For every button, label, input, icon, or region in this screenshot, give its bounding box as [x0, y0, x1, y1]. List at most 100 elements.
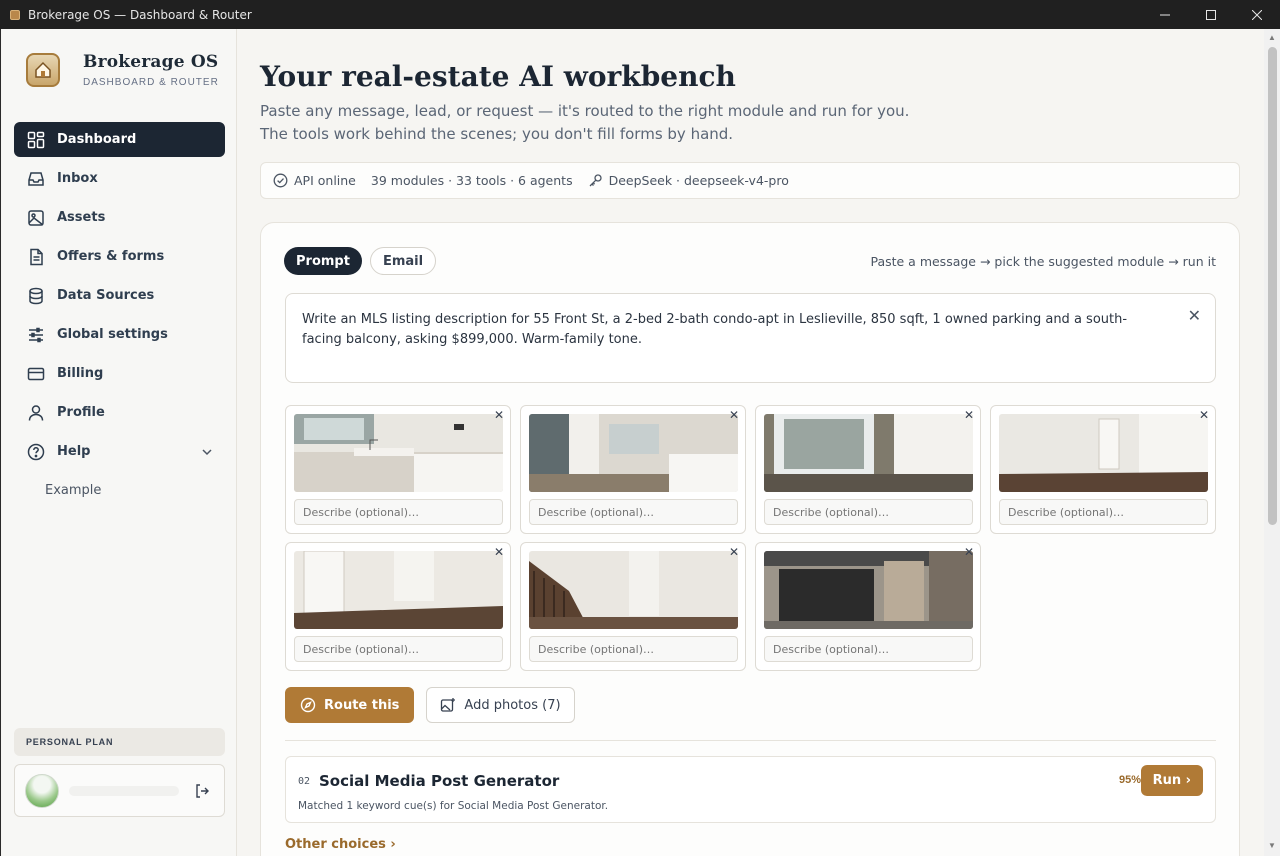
- photo-thumbnail-garage-exterior[interactable]: [764, 551, 973, 629]
- photo-card: ✕: [285, 405, 511, 534]
- photo-description-input[interactable]: [294, 636, 503, 662]
- remove-photo-icon[interactable]: ✕: [964, 545, 974, 559]
- window-title: Brokerage OS — Dashboard & Router: [28, 7, 252, 22]
- mode-tabs: Prompt Email: [284, 247, 444, 275]
- user-icon: [28, 404, 44, 421]
- scroll-up-icon[interactable]: ▲: [1268, 33, 1276, 42]
- add-image-icon: [441, 698, 456, 712]
- scrollbar[interactable]: ▲ ▼: [1264, 29, 1280, 856]
- scrollbar-thumb[interactable]: [1268, 47, 1277, 525]
- sidebar-item-offers-forms[interactable]: Offers & forms: [14, 239, 225, 274]
- sidebar-item-assets[interactable]: Assets: [14, 200, 225, 235]
- photo-card: ✕: [990, 405, 1216, 534]
- app-icon: [10, 9, 20, 20]
- module-title: Social Media Post Generator: [319, 772, 560, 790]
- sidebar-item-label: Dashboard: [57, 132, 137, 147]
- sidebar-item-inbox[interactable]: Inbox: [14, 161, 225, 196]
- module-number: 02: [298, 776, 311, 787]
- maximize-icon[interactable]: [1188, 0, 1234, 29]
- photo-description-input[interactable]: [764, 636, 973, 662]
- sidebar-item-profile[interactable]: Profile: [14, 395, 225, 430]
- run-button[interactable]: Run ›: [1140, 765, 1203, 796]
- avatar[interactable]: [25, 773, 59, 808]
- close-window-icon[interactable]: [1234, 0, 1280, 29]
- prompt-text: Write an MLS listing description for 55 …: [302, 312, 1128, 347]
- divider: [285, 740, 1216, 741]
- photo-card: ✕: [520, 405, 746, 534]
- page-description: Paste any message, lead, or request — it…: [260, 102, 910, 143]
- add-photos-button[interactable]: Add photos (7): [426, 687, 575, 723]
- check-circle-icon: [273, 173, 288, 188]
- photo-thumbnail-staircase[interactable]: [529, 551, 738, 629]
- brand-logo-icon: [26, 53, 60, 87]
- scroll-down-icon[interactable]: ▼: [1268, 841, 1276, 850]
- tab-prompt[interactable]: Prompt: [284, 247, 362, 275]
- document-icon: [30, 248, 43, 265]
- remove-photo-icon[interactable]: ✕: [964, 408, 974, 422]
- credit-card-icon: [27, 367, 45, 380]
- add-photos-label: Add photos (7): [464, 697, 561, 713]
- photo-description-input[interactable]: [764, 499, 973, 525]
- minimize-icon[interactable]: [1142, 0, 1188, 29]
- remove-photo-icon[interactable]: ✕: [729, 545, 739, 559]
- page-title: Your real-estate AI workbench: [260, 60, 736, 93]
- photo-thumbnail-empty-room[interactable]: [999, 414, 1208, 492]
- sidebar-item-global-settings[interactable]: Global settings: [14, 317, 225, 352]
- sidebar-item-data-sources[interactable]: Data Sources: [14, 278, 225, 313]
- image-icon: [28, 209, 44, 226]
- sliders-icon: [29, 327, 43, 342]
- sidebar-item-billing[interactable]: Billing: [14, 356, 225, 391]
- photo-thumbnail-window-room[interactable]: [764, 414, 973, 492]
- sidebar-subitem-example[interactable]: Example: [14, 473, 225, 507]
- photo-thumbnail-kitchen-island[interactable]: [529, 414, 738, 492]
- module-match-reason: Matched 1 keyword cue(s) for Social Medi…: [298, 800, 609, 812]
- photo-thumbnail-hallway-door[interactable]: [294, 551, 503, 629]
- remove-photo-icon[interactable]: ✕: [729, 408, 739, 422]
- clear-prompt-icon[interactable]: ✕: [1188, 306, 1201, 326]
- main-content: Your real-estate AI workbench Paste any …: [237, 29, 1264, 856]
- sidebar-item-label: Global settings: [57, 327, 168, 342]
- confidence-badge: 95%: [1118, 774, 1141, 786]
- inbox-icon: [28, 171, 44, 186]
- route-button-label: Route this: [324, 697, 400, 713]
- photo-description-input[interactable]: [529, 499, 738, 525]
- sidebar-item-label: Assets: [57, 210, 106, 225]
- prompt-textarea[interactable]: Write an MLS listing description for 55 …: [285, 293, 1216, 383]
- window-titlebar: Brokerage OS — Dashboard & Router: [0, 0, 1280, 29]
- sidebar-item-label: Offers & forms: [57, 249, 165, 264]
- photo-card: ✕: [520, 542, 746, 671]
- compass-icon: [300, 697, 316, 713]
- action-row: Route this Add photos (7): [285, 687, 575, 723]
- photo-description-input[interactable]: [999, 499, 1208, 525]
- remove-photo-icon[interactable]: ✕: [494, 545, 504, 559]
- sidebar-nav: Dashboard Inbox Assets Offers & forms Da…: [14, 122, 225, 507]
- chevron-down-icon[interactable]: [201, 446, 213, 458]
- plan-label: PERSONAL PLAN: [14, 728, 225, 756]
- sidebar: Brokerage OS DASHBOARD & ROUTER Dashboar…: [2, 29, 237, 856]
- user-name-redacted: [69, 785, 179, 796]
- remove-photo-icon[interactable]: ✕: [494, 408, 504, 422]
- sidebar-item-label: Data Sources: [57, 288, 155, 303]
- tab-email[interactable]: Email: [369, 247, 437, 275]
- dashboard-grid-icon: [27, 131, 45, 148]
- sidebar-item-help[interactable]: Help: [14, 434, 225, 469]
- photo-card: ✕: [755, 405, 981, 534]
- model-name: DeepSeek · deepseek-v4-pro: [608, 173, 789, 188]
- suggested-module-card[interactable]: 02 Social Media Post Generator Matched 1…: [285, 756, 1216, 823]
- photo-description-input[interactable]: [294, 499, 503, 525]
- logout-icon[interactable]: [194, 783, 210, 799]
- remove-photo-icon[interactable]: ✕: [1199, 408, 1209, 422]
- brand-subtitle: DASHBOARD & ROUTER: [83, 77, 219, 88]
- sidebar-item-dashboard[interactable]: Dashboard: [14, 122, 225, 157]
- sidebar-item-label: Help: [57, 444, 91, 459]
- other-choices-link[interactable]: Other choices ›: [285, 837, 396, 852]
- photo-thumbnail-kitchen[interactable]: [294, 414, 503, 492]
- route-button[interactable]: Route this: [285, 687, 415, 723]
- sidebar-item-label: Profile: [57, 405, 105, 420]
- sidebar-item-label: Inbox: [57, 171, 98, 186]
- router-panel: Prompt Email Paste a message → pick the …: [260, 222, 1240, 856]
- user-card[interactable]: [14, 764, 225, 817]
- database-icon: [29, 287, 43, 304]
- photo-card: ✕: [285, 542, 511, 671]
- photo-description-input[interactable]: [529, 636, 738, 662]
